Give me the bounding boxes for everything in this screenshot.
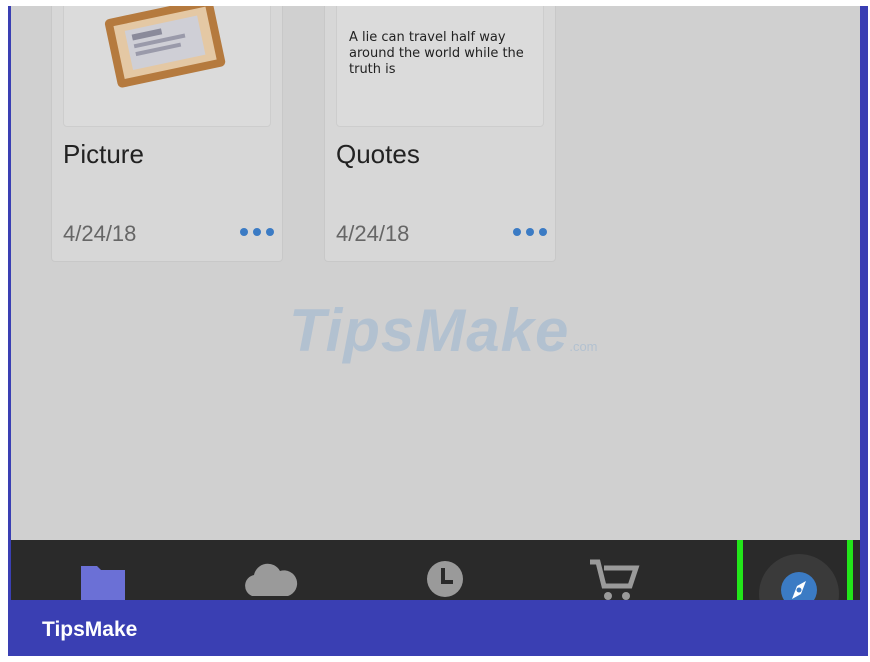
file-date: 4/24/18 (336, 221, 410, 246)
quote-preview-text: A lie can travel half way around the wor… (349, 30, 524, 77)
dot-icon (513, 228, 521, 236)
dot-icon (539, 228, 547, 236)
tab-cloud[interactable] (240, 558, 300, 600)
dot-icon (240, 228, 248, 236)
footer-bar: TipsMake (8, 600, 868, 656)
watermark-logo: TipsMake.com (289, 296, 598, 365)
file-title: Quotes (336, 139, 420, 169)
file-card-quotes[interactable]: A lie can travel half way around the wor… (324, 6, 556, 262)
dot-icon (253, 228, 261, 236)
picture-frame-icon (104, 6, 226, 88)
dot-icon (526, 228, 534, 236)
cloud-icon (245, 563, 298, 596)
tab-files[interactable] (79, 558, 127, 600)
dot-icon (266, 228, 274, 236)
more-options-button[interactable] (240, 225, 274, 239)
footer-brand-label: TipsMake (42, 618, 138, 641)
tab-store[interactable] (586, 558, 642, 600)
watermark-suffix: .com (569, 339, 598, 354)
folder-icon (81, 566, 125, 600)
file-thumbnail[interactable] (63, 6, 271, 127)
cart-icon (590, 559, 640, 600)
more-options-button[interactable] (513, 225, 547, 239)
file-date: 4/24/18 (63, 221, 137, 246)
watermark-text: TipsMake (289, 297, 570, 364)
tab-recent[interactable] (423, 558, 467, 600)
clock-icon (427, 561, 463, 597)
highlight-box (737, 540, 853, 600)
app-screen: Picture 4/24/18 A lie can travel half wa… (11, 6, 860, 540)
file-card-picture[interactable]: Picture 4/24/18 (51, 6, 283, 262)
bottom-tab-bar (11, 540, 860, 600)
file-thumbnail[interactable]: A lie can travel half way around the wor… (336, 6, 544, 127)
file-title: Picture (63, 139, 144, 169)
